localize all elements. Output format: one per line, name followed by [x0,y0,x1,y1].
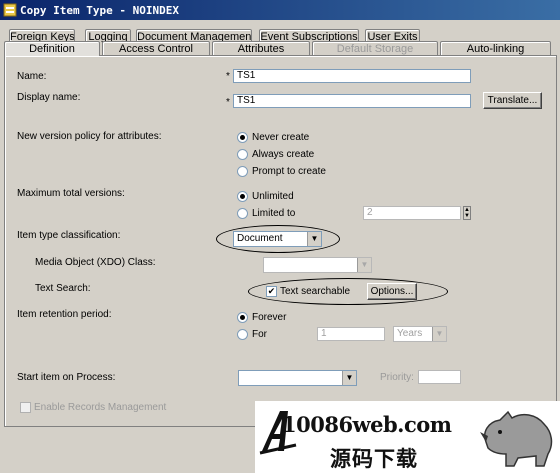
chevron-down-icon[interactable]: ▼ [432,327,446,341]
radio-indicator[interactable] [237,149,248,160]
always-create-label: Always create [252,149,315,160]
title-bar[interactable]: Copy Item Type - NOINDEX [0,0,560,20]
name-required-mark: * [226,71,230,82]
prompt-to-create-label: Prompt to create [252,166,326,177]
max-versions-label: Maximum total versions: [17,188,125,199]
radio-indicator[interactable] [237,132,248,143]
chevron-down-icon[interactable]: ▼ [307,232,321,246]
records-management-checkbox[interactable]: Enable Records Management [20,402,166,413]
records-management-label: Enable Records Management [34,402,167,413]
classification-select[interactable]: Document ▼ [233,231,322,247]
watermark-subtitle: 源码下载 [330,448,418,471]
retention-value-field[interactable]: 1 [317,327,385,341]
classification-label: Item type classification: [17,230,121,241]
display-name-required-mark: * [226,97,230,108]
text-searchable-checkbox[interactable]: ✔ Text searchable [266,286,350,297]
for-radio[interactable]: For [237,329,267,340]
translate-button[interactable]: Translate... [483,92,542,109]
window-title: Copy Item Type - NOINDEX [20,3,179,17]
text-search-label: Text Search: [35,283,91,294]
chevron-down-icon[interactable]: ▼ [342,371,356,385]
version-policy-label: New version policy for attributes: [17,131,162,142]
never-create-radio[interactable]: Never create [237,132,309,143]
classification-value: Document [237,233,283,244]
retention-label: Item retention period: [17,309,112,320]
radio-indicator[interactable] [237,312,248,323]
retention-unit-value: Years [397,328,423,339]
media-object-label: Media Object (XDO) Class: [35,257,156,268]
tab-default-storage[interactable]: Default Storage [312,41,438,56]
limited-to-spinner[interactable]: ▲ ▼ [463,206,471,220]
tab-definition[interactable]: Definition [4,41,100,56]
media-object-select[interactable]: ▼ [263,257,372,273]
prompt-to-create-radio[interactable]: Prompt to create [237,166,326,177]
start-process-select[interactable]: ▼ [238,370,357,386]
app-icon [3,3,17,17]
priority-label: Priority: [380,372,414,383]
checkbox-indicator[interactable] [20,402,31,413]
always-create-radio[interactable]: Always create [237,149,314,160]
start-process-label: Start item on Process: [17,372,116,383]
unlimited-radio[interactable]: Unlimited [237,191,294,202]
tab-access-control[interactable]: Access Control [102,41,210,56]
tab-attributes[interactable]: Attributes [212,41,310,56]
display-name-field[interactable]: TS1 [233,94,471,108]
options-button[interactable]: Options... [367,283,417,300]
name-label: Name: [17,71,47,82]
check-icon[interactable]: ✔ [266,286,277,297]
never-create-label: Never create [252,132,310,143]
display-name-label: Display name: [17,92,81,103]
unlimited-label: Unlimited [252,191,294,202]
radio-indicator[interactable] [237,191,248,202]
priority-field[interactable] [418,370,461,384]
name-field[interactable]: TS1 [233,69,471,83]
radio-indicator[interactable] [237,329,248,340]
limited-to-field[interactable]: 2 [363,206,461,220]
retention-unit-select[interactable]: Years ▼ [393,326,447,342]
forever-radio[interactable]: Forever [237,312,286,323]
forever-label: Forever [252,312,287,323]
limited-to-radio[interactable]: Limited to [237,208,295,219]
text-searchable-label: Text searchable [280,286,351,297]
rhino-logo-icon [480,410,553,467]
radio-indicator[interactable] [237,208,248,219]
radio-indicator[interactable] [237,166,248,177]
limited-to-label: Limited to [252,208,296,219]
for-label: For [252,329,267,340]
tab-auto-linking[interactable]: Auto-linking [440,41,551,56]
watermark-domain: 10086web.com [282,412,452,437]
chevron-down-icon[interactable]: ▼ [357,258,371,272]
